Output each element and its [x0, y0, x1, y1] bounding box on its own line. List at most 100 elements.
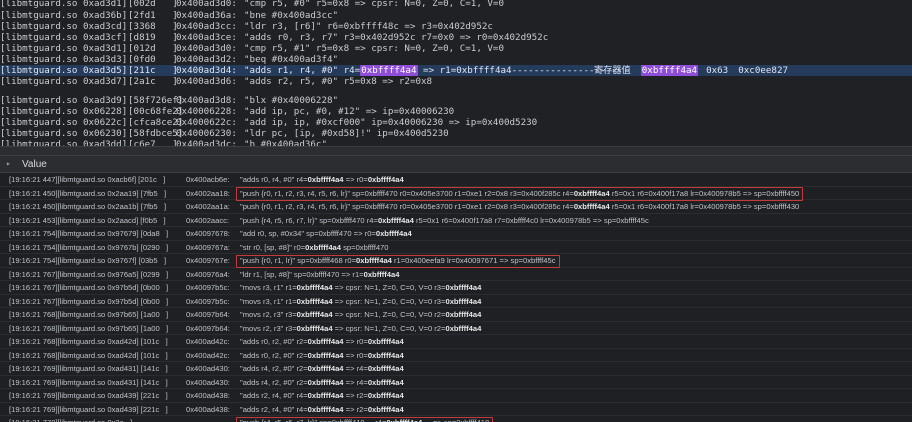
- trace-instruction: "adds r2, r5, #0" r5=0x8 => r2=0x8: [244, 76, 433, 87]
- trace-line[interactable]: [libmtguard.so 0xad36b] [2fd1 ] 0x400ad36a…: [0, 10, 912, 21]
- log-instruction: "adds r0, r2, #0" r2=0xbffff4a4 => r0=0x…: [240, 335, 404, 349]
- instruction-text: "adds r0, r4, #0" r4=: [240, 175, 308, 184]
- log-address: 0x400ad438:: [186, 391, 230, 400]
- log-row[interactable]: [19:16:21 768][libmtguard.so 0xad42d] [1…: [0, 335, 912, 349]
- panel-splitter[interactable]: [0, 146, 912, 156]
- trace-instruction: "b #0x400ad36c": [244, 139, 327, 146]
- instruction-text: "ldr r1, [sp, #8]" sp=0xbffff470 => r1=: [240, 269, 364, 279]
- instruction-text: r5=0x1 r6=0x400f17a8 r7=0xbffff4c0 lr=0x…: [413, 215, 649, 225]
- register-value-bold: 0xbffff4a4: [367, 404, 404, 414]
- log-timestamp-module: [19:16:21 767][libmtguard.so 0x976a5] [0…: [9, 269, 169, 279]
- log-row[interactable]: [19:16:21 767][libmtguard.so 0x97b5d] [0…: [0, 281, 912, 295]
- trace-module: [libmtguard.so 0x0622c]: [0, 117, 128, 128]
- log-address: 0x400acb6e:: [186, 175, 230, 184]
- log-instruction: "adds r2, r4, #0" r4=0xbffff4a4 => r2=0x…: [240, 389, 404, 403]
- trace-line[interactable]: [libmtguard.so 0xad3dd] [c6e7 ] 0x400ad3dc…: [0, 139, 912, 146]
- log-address: 0x400976a4:: [186, 269, 230, 279]
- trace-bytes: [0fd0 ]: [128, 54, 178, 65]
- register-value-bold: 0xbffff4a4: [296, 323, 333, 333]
- log-address: 0x40097b5c:: [186, 296, 230, 306]
- instruction-text: => r2=: [343, 391, 368, 400]
- trace-address: 0x400ad3ce:: [176, 32, 237, 43]
- trace-bytes: [2fd1 ]: [128, 10, 178, 21]
- log-row[interactable]: [19:16:21 450][libmtguard.so 0x2aa19] [7…: [0, 187, 912, 201]
- trace-instruction: "beq #0x400ad3f4": [244, 54, 339, 65]
- instruction-text: => cpsr: N=1, Z=0, C=0, V=0 r2=: [332, 310, 446, 319]
- register-value-bold: 0xbffff4a4: [367, 364, 404, 373]
- trace-address: 0x400ad36a:: [176, 10, 237, 21]
- log-row[interactable]: [19:16:21 447][libmtguard.so 0xacb6f] [2…: [0, 173, 912, 187]
- log-row[interactable]: [19:16:21 453][libmtguard.so 0x2aacd] [f…: [0, 214, 912, 227]
- trace-line[interactable]: [libmtguard.so 0xad3d3] [0fd0 ] 0x400ad3d2…: [0, 54, 912, 65]
- log-row[interactable]: [19:16:21 754][libmtguard.so 0x97679] [0…: [0, 227, 912, 241]
- log-row[interactable]: [19:16:21 769][libmtguard.so 0xad439] [2…: [0, 403, 912, 416]
- log-address: 0x4002aacc:: [186, 215, 230, 225]
- log-address: 0x400ad438:: [186, 404, 230, 414]
- log-instruction: "movs r3, r1" r1=0xbffff4a4 => cpsr: N=1…: [240, 281, 481, 295]
- log-row[interactable]: [19:16:21 769][libmtguard.so 0xad431] [1…: [0, 362, 912, 376]
- register-value-bold: 0xbffff4a4: [367, 377, 404, 387]
- trace-line[interactable]: [libmtguard.so 0xad3d7] [2a1c ] 0x400ad3d6…: [0, 76, 912, 87]
- instruction-text: => r0=: [343, 350, 368, 360]
- trace-bytes: [211c ]: [128, 65, 178, 76]
- trace-line[interactable]: [libmtguard.so 0xad3cd] [3368 ] 0x400ad3cc…: [0, 21, 912, 32]
- instruction-text: "adds r2, r4, #0" r4=: [240, 391, 308, 400]
- log-timestamp-module: [19:16:21 754][libmtguard.so 0x97679] [0…: [9, 229, 169, 238]
- trace-line[interactable]: [libmtguard.so 0xad3d1] [012d ] 0x400ad3d0…: [0, 43, 912, 54]
- trace-line[interactable]: [libmtguard.so 0x0622c] [cfca8ce2] 0x40006…: [0, 117, 912, 128]
- trace-line[interactable]: [libmtguard.so 0xad3cf] [d819 ] 0x400ad3ce…: [0, 32, 912, 43]
- register-value-bold: 0xbffff4a4: [377, 215, 414, 225]
- instruction-text: "str r0, [sp, #8]" r0=: [240, 242, 306, 252]
- register-value-bold: 0xbffff4a4: [445, 296, 482, 306]
- register-value-bold: 0xbffff4a4: [367, 350, 404, 360]
- register-value-bold: 0xbffff4a4: [296, 310, 333, 319]
- log-address: 0x400ad430:: [186, 377, 230, 387]
- log-table: [19:16:21 447][libmtguard.so 0xacb6f] [2…: [0, 173, 912, 422]
- log-row[interactable]: [19:16:21 770][libmtguard.so 0x2a...] "pu…: [0, 416, 912, 422]
- trace-address: 0x400ad3d2:: [176, 54, 237, 65]
- log-address: 0x4009767e:: [186, 256, 230, 265]
- instruction-text: sp=0xbffff470: [341, 242, 389, 252]
- trace-address: 0x400ad3d4:: [176, 65, 237, 76]
- trace-address: 0x4000622c:: [176, 117, 237, 128]
- log-timestamp-module: [19:16:21 769][libmtguard.so 0xad431] [1…: [9, 377, 168, 387]
- instruction-text: "push {r0, r1, lr}" sp=0xbffff468 r0=: [240, 256, 357, 265]
- instruction-text: "push {r0, r1, r2, r3, r4, r5, r6, lr}" …: [240, 202, 574, 211]
- trace-line[interactable]: [libmtguard.so 0x06230] [58fdbce5] 0x40006…: [0, 128, 912, 139]
- trace-module: [libmtguard.so 0xad3d9]: [0, 95, 128, 106]
- trace-instruction: "adds r0, r3, r7" r3=0x402d952c r7=0x0 =…: [244, 32, 549, 43]
- log-address: 0x40097b64:: [186, 323, 230, 333]
- log-row[interactable]: [19:16:21 768][libmtguard.so 0x97b65] [1…: [0, 322, 912, 335]
- trace-instruction: "cmp r5, #0" r5=0x8 => cpsr: N=0, Z=0, C…: [244, 0, 504, 9]
- log-row[interactable]: [19:16:21 767][libmtguard.so 0x976a5] [0…: [0, 268, 912, 281]
- register-value-bold: 0xbffff4a4: [307, 364, 344, 373]
- log-table-header: ▸ Value: [0, 156, 912, 173]
- chevron-right-icon[interactable]: ▸: [6, 159, 16, 169]
- log-row[interactable]: [19:16:21 754][libmtguard.so 0x9767f] [0…: [0, 254, 912, 268]
- trace-bytes: [c6e7 ]: [128, 139, 178, 146]
- log-row[interactable]: [19:16:21 769][libmtguard.so 0xad439] [2…: [0, 389, 912, 403]
- instruction-text: "movs r2, r3" r3=: [240, 310, 297, 319]
- log-row[interactable]: [19:16:21 769][libmtguard.so 0xad431] [1…: [0, 376, 912, 389]
- trace-line[interactable]: [libmtguard.so 0xad3d9] [58f726ef] 0x400ad…: [0, 95, 912, 106]
- instruction-text: => cpsr: N=1, Z=0, C=0, V=0 r3=: [332, 283, 446, 292]
- register-value-bold: 0xbffff4a4: [307, 337, 344, 346]
- log-row[interactable]: [19:16:21 767][libmtguard.so 0x97b5d] [0…: [0, 295, 912, 308]
- log-row[interactable]: [19:16:21 450][libmtguard.so 0x2aa1b] [7…: [0, 200, 912, 214]
- trace-module: [libmtguard.so 0xad3dd]: [0, 139, 128, 146]
- trace-module: [libmtguard.so 0xad3d1]: [0, 0, 128, 9]
- trace-bytes: [d819 ]: [128, 32, 178, 43]
- trace-address: 0x400ad3d8:: [176, 95, 237, 106]
- log-row[interactable]: [19:16:21 768][libmtguard.so 0x97b65] [1…: [0, 308, 912, 322]
- trace-instruction: "cmp r5, #1" r5=0x8 => cpsr: N=0, Z=0, C…: [244, 43, 504, 54]
- trace-line-highlighted[interactable]: [libmtguard.so 0xad3d5] [211c ] 0x400ad3d4…: [0, 65, 912, 76]
- log-row[interactable]: [19:16:21 754][libmtguard.so 0x9767b] [0…: [0, 241, 912, 254]
- trace-instruction: "add ip, ip, #0xcf000" ip=0x40006230 => …: [244, 117, 538, 128]
- log-row[interactable]: [19:16:21 768][libmtguard.so 0xad42d] [1…: [0, 349, 912, 362]
- value-column-header[interactable]: Value: [22, 156, 47, 173]
- trace-instruction: "ldr pc, [ip, #0xd58]!" ip=0x400d5230: [244, 128, 449, 139]
- log-instruction: "adds r4, r2, #0" r2=0xbffff4a4 => r4=0x…: [240, 362, 404, 376]
- trace-line[interactable]: [libmtguard.so 0xad3d1] [002d ] 0x400ad3d0…: [0, 0, 912, 9]
- trace-line[interactable]: [libmtguard.so 0x06228] [00c68fe2] 0x40006…: [0, 106, 912, 117]
- log-timestamp-module: [19:16:21 450][libmtguard.so 0x2aa1b] [7…: [9, 202, 167, 211]
